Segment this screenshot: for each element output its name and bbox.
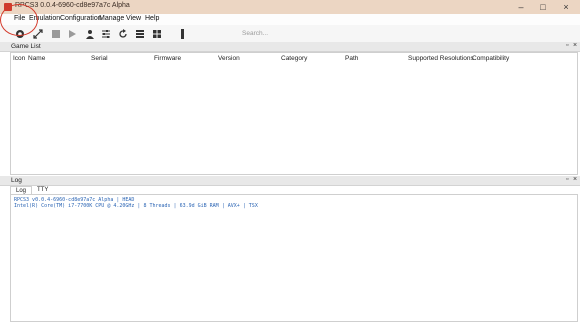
toolbar: Search... — [0, 25, 580, 43]
title-bar: RPCS3 0.0.4-6960-cd8e97a7c Alpha – □ × — [0, 0, 580, 15]
column-firmware[interactable]: Firmware — [154, 55, 181, 62]
close-panel-icon[interactable]: × — [573, 42, 577, 49]
column-compatibility[interactable]: Compatibility — [472, 55, 509, 62]
column-supported-resolutions[interactable]: Supported Resolutions — [408, 55, 474, 62]
game-list-table[interactable]: Icon Name Serial Firmware Version Catego… — [10, 52, 578, 175]
column-icon[interactable]: Icon — [13, 55, 25, 62]
list-view-icon[interactable] — [134, 28, 145, 39]
log-output[interactable]: RPCS3 v0.0.4-6960-cd8e97a7c Alpha | HEAD… — [10, 194, 578, 322]
play-icon[interactable] — [66, 28, 77, 39]
log-header: Log ▫ × — [0, 176, 580, 186]
refresh-icon[interactable] — [117, 28, 128, 39]
column-category[interactable]: Category — [281, 55, 307, 62]
stop-icon[interactable] — [50, 28, 61, 39]
tab-tty[interactable]: TTY — [32, 186, 53, 194]
annotation-circle — [0, 4, 38, 36]
search-input[interactable]: Search... — [237, 28, 422, 39]
menu-manage[interactable]: Manage — [99, 15, 124, 22]
game-list-title: Game List — [11, 43, 41, 50]
minimize-button[interactable]: – — [510, 0, 532, 14]
menu-view[interactable]: View — [126, 15, 141, 22]
log-line: Intel(R) Core(TM) i7-7700K CPU @ 4.20GHz… — [14, 203, 258, 209]
menu-help[interactable]: Help — [145, 15, 159, 22]
game-list-header: Game List ▫ × — [0, 42, 580, 52]
sliders-icon[interactable] — [100, 28, 111, 39]
undock-icon[interactable]: ▫ — [566, 176, 568, 183]
close-panel-icon[interactable]: × — [573, 176, 577, 183]
close-button[interactable]: × — [555, 0, 577, 14]
grid-view-icon[interactable] — [151, 28, 162, 39]
slider-handle-icon[interactable] — [176, 28, 187, 39]
column-version[interactable]: Version — [218, 55, 240, 62]
column-serial[interactable]: Serial — [91, 55, 108, 62]
menu-configuration[interactable]: Configuration — [60, 15, 102, 22]
maximize-button[interactable]: □ — [532, 0, 554, 14]
column-path[interactable]: Path — [345, 55, 358, 62]
log-title: Log — [11, 177, 22, 184]
undock-icon[interactable]: ▫ — [566, 42, 568, 49]
menu-bar: File Emulation Configuration Manage View… — [0, 14, 580, 25]
user-icon[interactable] — [84, 28, 95, 39]
column-name[interactable]: Name — [28, 55, 45, 62]
